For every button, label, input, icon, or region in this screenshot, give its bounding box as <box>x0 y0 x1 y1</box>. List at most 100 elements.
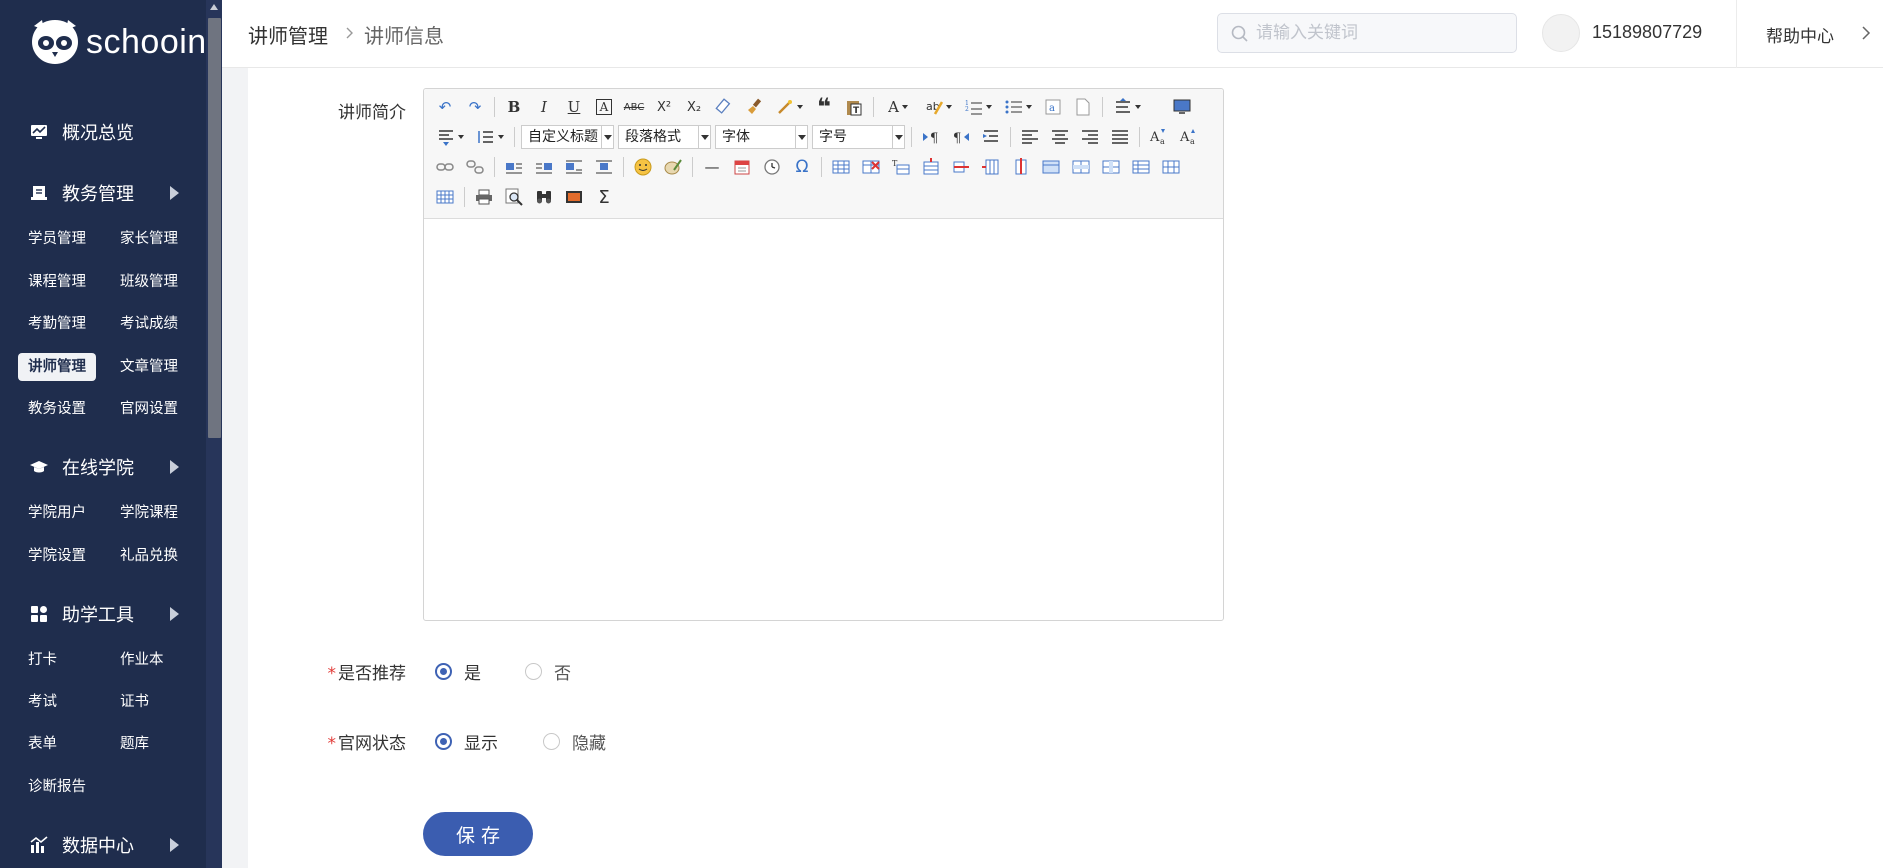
sidebar-item-question-bank[interactable]: 题库 <box>110 730 159 758</box>
nav-section-tools[interactable]: 助学工具 <box>0 592 206 636</box>
font-color-icon[interactable]: A <box>881 95 915 119</box>
breadcrumb-teacher-management[interactable]: 讲师管理 <box>248 20 328 49</box>
sidebar-item-exam-scores[interactable]: 考试成绩 <box>110 310 188 338</box>
user-phone[interactable]: 15189807729 <box>1592 22 1702 43</box>
insert-table-icon[interactable] <box>829 155 853 179</box>
align-left-icon[interactable] <box>1018 125 1042 149</box>
italic-icon[interactable]: I <box>532 95 556 119</box>
sidebar-item-academy-settings[interactable]: 学院设置 <box>18 542 96 570</box>
insert-row-icon[interactable] <box>919 155 943 179</box>
sidebar-item-diagnosis-report[interactable]: 诊断报告 <box>18 773 96 801</box>
strikethrough-icon[interactable]: ABC <box>622 95 646 119</box>
sidebar-item-certificate[interactable]: 证书 <box>110 688 159 716</box>
merge-down-icon[interactable] <box>1099 155 1123 179</box>
emotion-icon[interactable] <box>631 155 655 179</box>
image-center-icon[interactable] <box>592 155 616 179</box>
help-center-link[interactable]: 帮助中心 <box>1766 22 1834 47</box>
rtl-direction-icon[interactable]: ¶ <box>949 125 973 149</box>
delete-table-icon[interactable] <box>859 155 883 179</box>
sidebar-item-form[interactable]: 表单 <box>18 730 67 758</box>
special-char-omega-icon[interactable]: Ω <box>790 155 814 179</box>
sidebar-item-courses[interactable]: 课程管理 <box>18 268 96 296</box>
insert-col-icon[interactable] <box>979 155 1003 179</box>
align-center-icon[interactable] <box>1048 125 1072 149</box>
delete-row-icon[interactable] <box>949 155 973 179</box>
paste-plain-icon[interactable]: T <box>842 95 866 119</box>
merge-right-icon[interactable] <box>1069 155 1093 179</box>
date-icon[interactable] <box>730 155 754 179</box>
unordered-list-icon[interactable] <box>1001 95 1035 119</box>
link-icon[interactable] <box>433 155 457 179</box>
insert-image-icon[interactable] <box>562 185 586 209</box>
format-brush-icon[interactable] <box>742 95 766 119</box>
sidebar-item-teachers[interactable]: 讲师管理 <box>18 353 96 381</box>
search-replace-binoculars-icon[interactable] <box>532 185 556 209</box>
split-to-cols-icon[interactable] <box>1159 155 1183 179</box>
indent-icon[interactable] <box>979 125 1003 149</box>
sidebar-item-parents[interactable]: 家长管理 <box>110 225 188 253</box>
custom-title-select[interactable]: 自定义标题 <box>521 125 614 149</box>
insert-paragraph-before-table-icon[interactable]: T <box>889 155 913 179</box>
sidebar-item-academy-users[interactable]: 学院用户 <box>18 499 96 527</box>
editor-content-area[interactable] <box>424 220 1223 620</box>
save-button[interactable]: 保存 <box>423 812 533 856</box>
line-height-icon[interactable] <box>473 125 507 149</box>
image-right-icon[interactable] <box>532 155 556 179</box>
scrawl-icon[interactable] <box>661 155 685 179</box>
align-right-icon[interactable] <box>1078 125 1102 149</box>
sidebar-item-gift-exchange[interactable]: 礼品兑换 <box>110 542 188 570</box>
blockquote-icon[interactable]: ❝ <box>812 93 836 121</box>
sidebar-scrollbar-thumb[interactable] <box>208 18 221 438</box>
chevron-right-icon[interactable] <box>1858 22 1874 44</box>
formula-sigma-icon[interactable]: Σ <box>592 185 616 209</box>
split-to-cells-icon[interactable] <box>433 185 457 209</box>
search-input[interactable] <box>1256 22 1506 44</box>
delete-col-icon[interactable] <box>1009 155 1033 179</box>
print-icon[interactable] <box>472 185 496 209</box>
anchor-icon[interactable]: a <box>1041 95 1065 119</box>
split-to-rows-icon[interactable] <box>1129 155 1153 179</box>
image-left-icon[interactable] <box>502 155 526 179</box>
superscript-icon[interactable]: X² <box>652 95 676 119</box>
image-none-icon[interactable] <box>562 155 586 179</box>
row-spacing-icon[interactable] <box>1110 95 1144 119</box>
lowercase-icon[interactable]: Aa <box>1177 125 1201 149</box>
uppercase-icon[interactable]: Aa <box>1147 125 1171 149</box>
nav-section-data-center[interactable]: 数据中心 <box>0 823 206 867</box>
underline-icon[interactable]: U <box>562 95 586 119</box>
nav-section-online-academy[interactable]: 在线学院 <box>0 445 206 489</box>
ltr-direction-icon[interactable]: ¶ <box>919 125 943 149</box>
avatar[interactable] <box>1542 14 1580 52</box>
horizontal-rule-icon[interactable]: — <box>700 155 724 179</box>
sidebar-item-homework[interactable]: 作业本 <box>110 646 174 674</box>
recommend-yes-radio[interactable]: 是 <box>435 659 481 684</box>
auto-format-icon[interactable] <box>772 95 806 119</box>
preview-magnifier-icon[interactable] <box>502 185 526 209</box>
site-status-hide-radio[interactable]: 隐藏 <box>543 729 606 754</box>
search-box[interactable] <box>1217 13 1517 53</box>
align-justify-icon[interactable] <box>1108 125 1132 149</box>
merge-cells-icon[interactable] <box>1039 155 1063 179</box>
font-size-select[interactable]: 字号 <box>812 125 905 149</box>
scroll-up-arrow-icon[interactable] <box>206 0 222 16</box>
sidebar-item-classes[interactable]: 班级管理 <box>110 268 188 296</box>
subscript-icon[interactable]: X₂ <box>682 95 706 119</box>
unlink-icon[interactable] <box>463 155 487 179</box>
preview-monitor-icon[interactable] <box>1170 95 1194 119</box>
eraser-icon[interactable] <box>712 95 736 119</box>
recommend-no-radio[interactable]: 否 <box>525 659 571 684</box>
nav-section-academic[interactable]: 教务管理 <box>0 171 206 215</box>
sidebar-item-exam[interactable]: 考试 <box>18 688 67 716</box>
sidebar-item-academy-courses[interactable]: 学院课程 <box>110 499 188 527</box>
background-color-icon[interactable]: ab <box>921 95 955 119</box>
ordered-list-icon[interactable]: 12 <box>961 95 995 119</box>
new-page-icon[interactable] <box>1071 95 1095 119</box>
sidebar-item-edu-settings[interactable]: 教务设置 <box>18 395 96 423</box>
font-border-icon[interactable]: A <box>596 99 612 115</box>
bold-icon[interactable]: B <box>502 95 526 119</box>
brand-logo[interactable]: schooin <box>28 16 207 68</box>
sidebar-item-site-settings[interactable]: 官网设置 <box>110 395 188 423</box>
nav-section-overview[interactable]: 概况总览 <box>0 110 206 154</box>
sidebar-item-students[interactable]: 学员管理 <box>18 225 96 253</box>
sidebar-item-checkin[interactable]: 打卡 <box>18 646 67 674</box>
